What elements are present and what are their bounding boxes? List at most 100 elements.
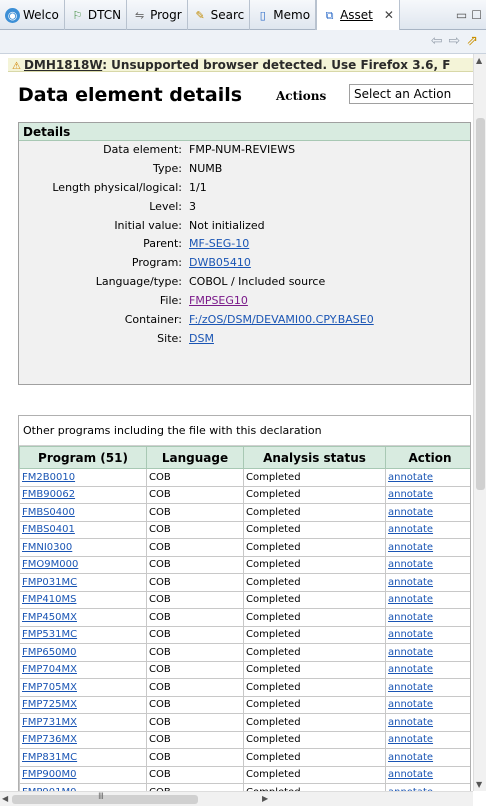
program-link[interactable]: FMP725MX xyxy=(19,695,147,714)
program-link[interactable]: FMB90062 xyxy=(19,485,147,504)
detail-row: Initial value: Not initialized xyxy=(19,217,470,236)
tab-dtcn[interactable]: ⚐ DTCN xyxy=(65,0,128,30)
status-cell: Completed xyxy=(243,660,386,679)
tab-programs[interactable]: ⇋ Progr xyxy=(127,0,188,30)
tab-asset[interactable]: ⧉ Asset ✕ xyxy=(316,0,400,30)
annotate-link[interactable]: annotate xyxy=(385,468,470,487)
actions-select[interactable]: Select an Action xyxy=(349,84,473,104)
scroll-up-icon[interactable]: ▲ xyxy=(476,56,482,65)
minimize-icon[interactable]: ▭ xyxy=(456,8,467,22)
detail-key: Site: xyxy=(157,331,182,345)
program-link[interactable]: FM2B0010 xyxy=(19,468,147,487)
program-link[interactable]: FMNI0300 xyxy=(19,538,147,557)
detail-value[interactable]: F:/zOS/DSM/DEVAMI00.CPY.BASE0 xyxy=(189,311,374,330)
program-link[interactable]: FMO9M000 xyxy=(19,555,147,574)
detail-value: 1/1 xyxy=(189,180,207,194)
language-cell: COB xyxy=(146,538,244,557)
vertical-scroll-thumb[interactable] xyxy=(476,118,485,490)
annotate-link[interactable]: annotate xyxy=(385,520,470,539)
go-icon[interactable]: ⇗ xyxy=(466,33,478,49)
program-link[interactable]: FMP531MC xyxy=(19,625,147,644)
annotate-link[interactable]: annotate xyxy=(385,608,470,627)
annotate-link[interactable]: annotate xyxy=(385,748,470,767)
program-link[interactable]: FMBS0400 xyxy=(19,503,147,522)
detail-value[interactable]: DSM xyxy=(189,330,214,349)
tab-search[interactable]: ✎ Searc xyxy=(188,0,251,30)
horizontal-scrollbar[interactable]: ◀ III ▶ xyxy=(0,791,473,806)
language-cell: COB xyxy=(146,713,244,732)
annotate-link[interactable]: annotate xyxy=(385,678,470,697)
detail-value[interactable]: FMPSEG10 xyxy=(189,292,248,311)
annotate-link[interactable]: annotate xyxy=(385,713,470,732)
annotate-link[interactable]: annotate xyxy=(385,730,470,749)
program-link[interactable]: FMP410MS xyxy=(19,590,147,609)
table-row: FMP031MC COB Completed annotate xyxy=(19,573,470,592)
annotate-link[interactable]: annotate xyxy=(385,503,470,522)
status-cell: Completed xyxy=(243,730,386,749)
horizontal-scroll-thumb[interactable] xyxy=(12,795,198,804)
table-row: FMO9M000 COB Completed annotate xyxy=(19,555,470,574)
annotate-link[interactable]: annotate xyxy=(385,660,470,679)
annotate-link[interactable]: annotate xyxy=(385,765,470,784)
column-header-program[interactable]: Program (51) xyxy=(19,446,147,469)
programs-table: Program (51) Language Analysis status Ac… xyxy=(19,446,470,791)
maximize-icon[interactable]: ☐ xyxy=(471,8,482,22)
annotate-link[interactable]: annotate xyxy=(385,590,470,609)
program-link[interactable]: FMP704MX xyxy=(19,660,147,679)
status-cell: Completed xyxy=(243,538,386,557)
browser-nav-bar: ⇦ ⇨ ⇗ xyxy=(0,30,486,54)
close-icon[interactable]: ✕ xyxy=(384,8,394,22)
program-link[interactable]: FMP901M0 xyxy=(19,783,147,791)
annotate-link[interactable]: annotate xyxy=(385,573,470,592)
vertical-scrollbar[interactable]: ▲ ▼ xyxy=(473,54,486,791)
program-link[interactable]: FMP450MX xyxy=(19,608,147,627)
annotate-link[interactable]: annotate xyxy=(385,625,470,644)
language-cell: COB xyxy=(146,678,244,697)
detail-row: Level: 3 xyxy=(19,198,470,217)
program-link[interactable]: FMP731MX xyxy=(19,713,147,732)
scroll-down-icon[interactable]: ▼ xyxy=(476,780,482,789)
programs-panel: Other programs including the file with t… xyxy=(18,415,471,791)
column-header-language[interactable]: Language xyxy=(146,446,244,469)
table-row: FMP725MX COB Completed annotate xyxy=(19,695,470,714)
program-link[interactable]: FMP736MX xyxy=(19,730,147,749)
detail-value: 3 xyxy=(189,199,196,213)
detail-key: Type: xyxy=(153,161,182,175)
detail-value[interactable]: DWB05410 xyxy=(189,254,251,273)
detail-row: Length physical/logical: 1/1 xyxy=(19,179,470,198)
tab-label: Memo xyxy=(273,8,311,22)
annotate-link[interactable]: annotate xyxy=(385,538,470,557)
column-header-analysis-status[interactable]: Analysis status xyxy=(243,446,386,469)
warning-icon: ⚠ xyxy=(12,61,21,72)
detail-value[interactable]: MF-SEG-10 xyxy=(189,235,249,254)
program-link[interactable]: FMP831MC xyxy=(19,748,147,767)
language-cell: COB xyxy=(146,695,244,714)
annotate-link[interactable]: annotate xyxy=(385,783,470,791)
browser-warning-banner: ⚠ DMH1818W: Unsupported browser detected.… xyxy=(8,58,473,72)
content-viewport: ⚠ DMH1818W: Unsupported browser detected.… xyxy=(8,54,473,791)
annotate-link[interactable]: annotate xyxy=(385,555,470,574)
program-link[interactable]: FMP705MX xyxy=(19,678,147,697)
program-link[interactable]: FMBS0401 xyxy=(19,520,147,539)
annotate-link[interactable]: annotate xyxy=(385,695,470,714)
status-cell: Completed xyxy=(243,468,386,487)
tab-memo[interactable]: ▯ Memo xyxy=(250,0,317,30)
scroll-right-icon[interactable]: ▶ xyxy=(262,794,268,803)
scroll-left-icon[interactable]: ◀ xyxy=(2,794,8,803)
detail-key: Parent: xyxy=(143,237,182,251)
program-link[interactable]: FMP900M0 xyxy=(19,765,147,784)
annotate-link[interactable]: annotate xyxy=(385,643,470,662)
program-link[interactable]: FMP650M0 xyxy=(19,643,147,662)
detail-row: Data element: FMP-NUM-REVIEWS xyxy=(19,141,470,160)
back-arrow-icon[interactable]: ⇦ xyxy=(431,33,443,49)
detail-key: Data element: xyxy=(103,143,182,156)
detail-row: Container: F:/zOS/DSM/DEVAMI00.CPY.BASE0 xyxy=(19,311,470,330)
forward-arrow-icon[interactable]: ⇨ xyxy=(449,33,461,49)
detail-key: Program: xyxy=(131,256,182,270)
program-link[interactable]: FMP031MC xyxy=(19,573,147,592)
column-header-action[interactable]: Action xyxy=(385,446,470,469)
annotate-link[interactable]: annotate xyxy=(385,485,470,504)
detail-row: Language/type: COBOL / Included source xyxy=(19,273,470,292)
tab-welcome[interactable]: ◉ Welco xyxy=(0,0,65,30)
language-cell: COB xyxy=(146,625,244,644)
